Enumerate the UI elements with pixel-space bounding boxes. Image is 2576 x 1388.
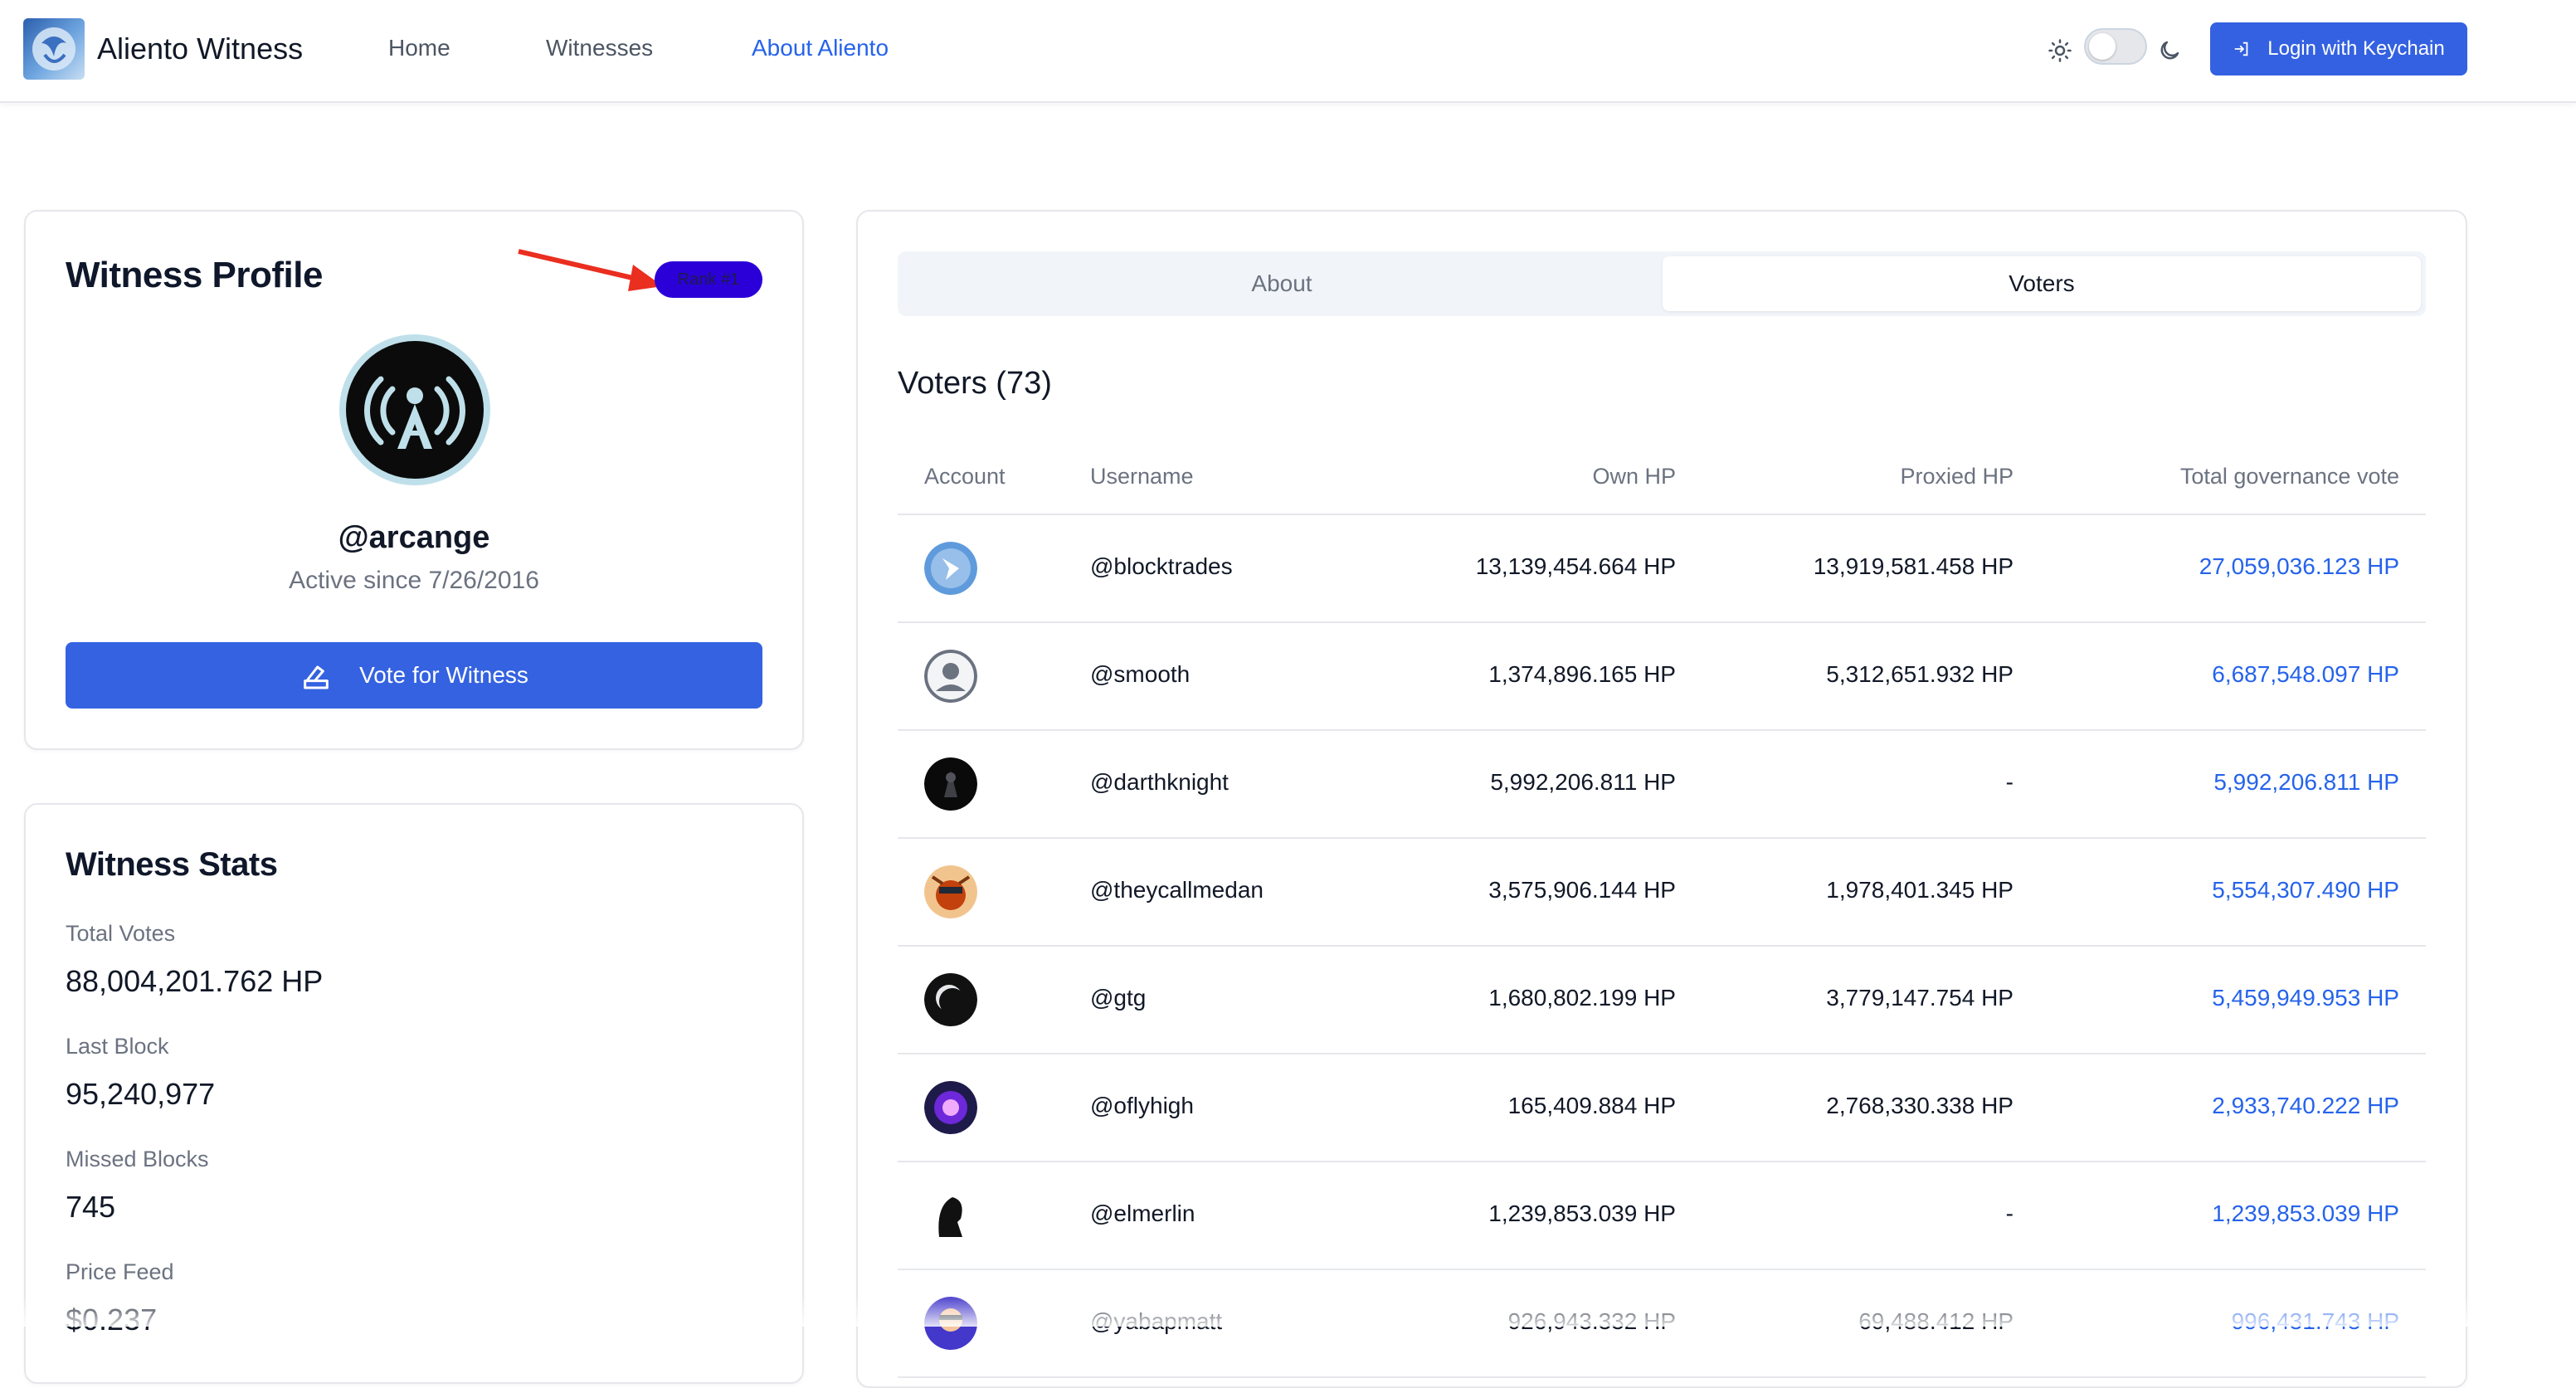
stat-label-missed-blocks: Missed Blocks [66,1147,209,1171]
table-row: @elmerlin 1,239,853.039 HP - 1,239,853.0… [898,1162,2426,1270]
avatar[interactable] [924,757,977,811]
voter-total-vote[interactable]: 27,059,036.123 HP [2199,553,2399,580]
voters-table: Account Username Own HP Proxied HP Total… [898,441,2426,1378]
vote-button-label: Vote for Witness [359,662,528,688]
voter-total-vote[interactable]: 5,554,307.490 HP [2212,877,2399,903]
table-row: @blocktrades 13,139,454.664 HP 13,919,58… [898,515,2426,623]
avatar[interactable] [924,1189,977,1242]
voter-proxied-hp: 2,768,330.338 HP [1826,1093,2014,1118]
voter-username[interactable]: @theycallmedan [1090,877,1264,903]
vote-for-witness-button[interactable]: Vote for Witness [66,642,762,709]
voter-proxied-hp: 3,779,147.754 HP [1826,985,2014,1011]
voter-total-vote[interactable]: 5,459,949.953 HP [2212,985,2399,1011]
voter-proxied-hp: 69,488.412 HP [1858,1308,2014,1334]
nav-witnesses[interactable]: Witnesses [546,35,653,61]
stat-value-last-block: 95,240,977 [66,1077,216,1111]
table-row: @gtg 1,680,802.199 HP 3,779,147.754 HP 5… [898,947,2426,1054]
avatar[interactable] [924,973,977,1026]
brand-title[interactable]: Aliento Witness [97,32,303,66]
top-navbar: Aliento Witness Home Witnesses About Ali… [0,0,2576,103]
avatar[interactable] [924,865,977,918]
voter-own-hp: 3,575,906.144 HP [1488,877,1676,903]
voter-proxied-hp: 5,312,651.932 HP [1826,661,2014,687]
table-row: @oflyhigh 165,409.884 HP 2,768,330.338 H… [898,1054,2426,1162]
stat-value-price-feed: $0.237 [66,1303,158,1337]
voter-username[interactable]: @yabapmatt [1090,1308,1222,1335]
stat-value-missed-blocks: 745 [66,1190,116,1224]
annotation-arrow-icon [518,249,663,291]
witness-profile-card: Witness Profile Rank #1 @arcange Active … [24,210,804,750]
voter-own-hp: 165,409.884 HP [1507,1093,1676,1118]
voter-total-vote[interactable]: 1,239,853.039 HP [2212,1200,2399,1227]
voter-proxied-hp: - [2005,769,2014,795]
voter-username[interactable]: @elmerlin [1090,1200,1195,1227]
table-header: Account Username Own HP Proxied HP Total… [898,441,2426,515]
voter-total-vote[interactable]: 5,992,206.811 HP [2213,769,2399,796]
header-proxied-hp: Proxied HP [1900,464,2014,489]
avatar[interactable] [924,1081,977,1134]
voter-username[interactable]: @smooth [1090,661,1190,688]
stat-label-total-votes: Total Votes [66,921,176,946]
avatar[interactable] [924,650,977,703]
voter-own-hp: 13,139,454.664 HP [1475,553,1676,579]
avatar[interactable] [924,542,977,595]
stat-label-price-feed: Price Feed [66,1259,174,1284]
voter-total-vote[interactable]: 2,933,740.222 HP [2212,1093,2399,1119]
voter-own-hp: 5,992,206.811 HP [1490,769,1676,795]
voter-proxied-hp: - [2005,1200,2014,1226]
header-username: Username [1090,464,1194,489]
table-row: @darthknight 5,992,206.811 HP - 5,992,20… [898,731,2426,839]
voter-proxied-hp: 1,978,401.345 HP [1826,877,2014,903]
switch-knob [2089,33,2116,60]
voter-username[interactable]: @oflyhigh [1090,1093,1194,1119]
avatar[interactable] [924,1297,977,1350]
voter-total-vote[interactable]: 996,431.743 HP [2232,1308,2399,1335]
voters-panel: About Voters Voters (73) Account Usernam… [856,210,2467,1388]
voter-own-hp: 1,680,802.199 HP [1488,985,1676,1011]
voter-username[interactable]: @darthknight [1090,769,1229,796]
table-row: @yabapmatt 926,943.332 HP 69,488.412 HP … [898,1270,2426,1378]
stat-label-last-block: Last Block [66,1034,169,1059]
voter-own-hp: 926,943.332 HP [1507,1308,1676,1334]
voter-own-hp: 1,239,853.039 HP [1488,1200,1676,1226]
login-icon [2235,41,2248,56]
voter-proxied-hp: 13,919,581.458 HP [1813,553,2014,579]
tab-list: About Voters [898,251,2426,316]
header-account: Account [924,464,1006,489]
tab-voters[interactable]: Voters [1663,256,2421,311]
login-label: Login with Keychain [2267,37,2445,60]
sun-icon [2048,39,2072,62]
voter-username[interactable]: @gtg [1090,985,1146,1011]
vote-icon [304,665,329,689]
table-row: @smooth 1,374,896.165 HP 5,312,651.932 H… [898,623,2426,731]
rank-badge: Rank #1 [655,261,762,298]
voter-username[interactable]: @blocktrades [1090,553,1233,580]
voter-total-vote[interactable]: 6,687,548.097 HP [2212,661,2399,688]
stats-title: Witness Stats [66,846,278,883]
login-with-keychain-button[interactable]: Login with Keychain [2210,22,2467,75]
header-own-hp: Own HP [1592,464,1676,489]
logo-icon[interactable] [23,18,85,80]
avatar [339,334,490,485]
header-total-governance-vote: Total governance vote [2179,464,2399,489]
moon-icon [2160,41,2179,60]
active-since-text: Active since 7/26/2016 [289,567,539,594]
dark-mode-switch[interactable] [2084,28,2147,65]
stat-value-total-votes: 88,004,201.762 HP [66,964,324,998]
voters-heading: Voters (73) [898,366,1052,401]
voter-own-hp: 1,374,896.165 HP [1488,661,1676,687]
tab-about[interactable]: About [903,256,1661,311]
nav-about-aliento[interactable]: About Aliento [752,35,889,61]
theme-toggle[interactable] [2048,28,2185,73]
profile-title: Witness Profile [66,255,323,295]
witness-stats-card: Witness Stats Total Votes 88,004,201.762… [24,803,804,1384]
witness-logo-icon [364,376,465,449]
witness-username: @arcange [338,520,490,555]
nav-home[interactable]: Home [388,35,450,61]
table-row: @theycallmedan 3,575,906.144 HP 1,978,40… [898,839,2426,947]
